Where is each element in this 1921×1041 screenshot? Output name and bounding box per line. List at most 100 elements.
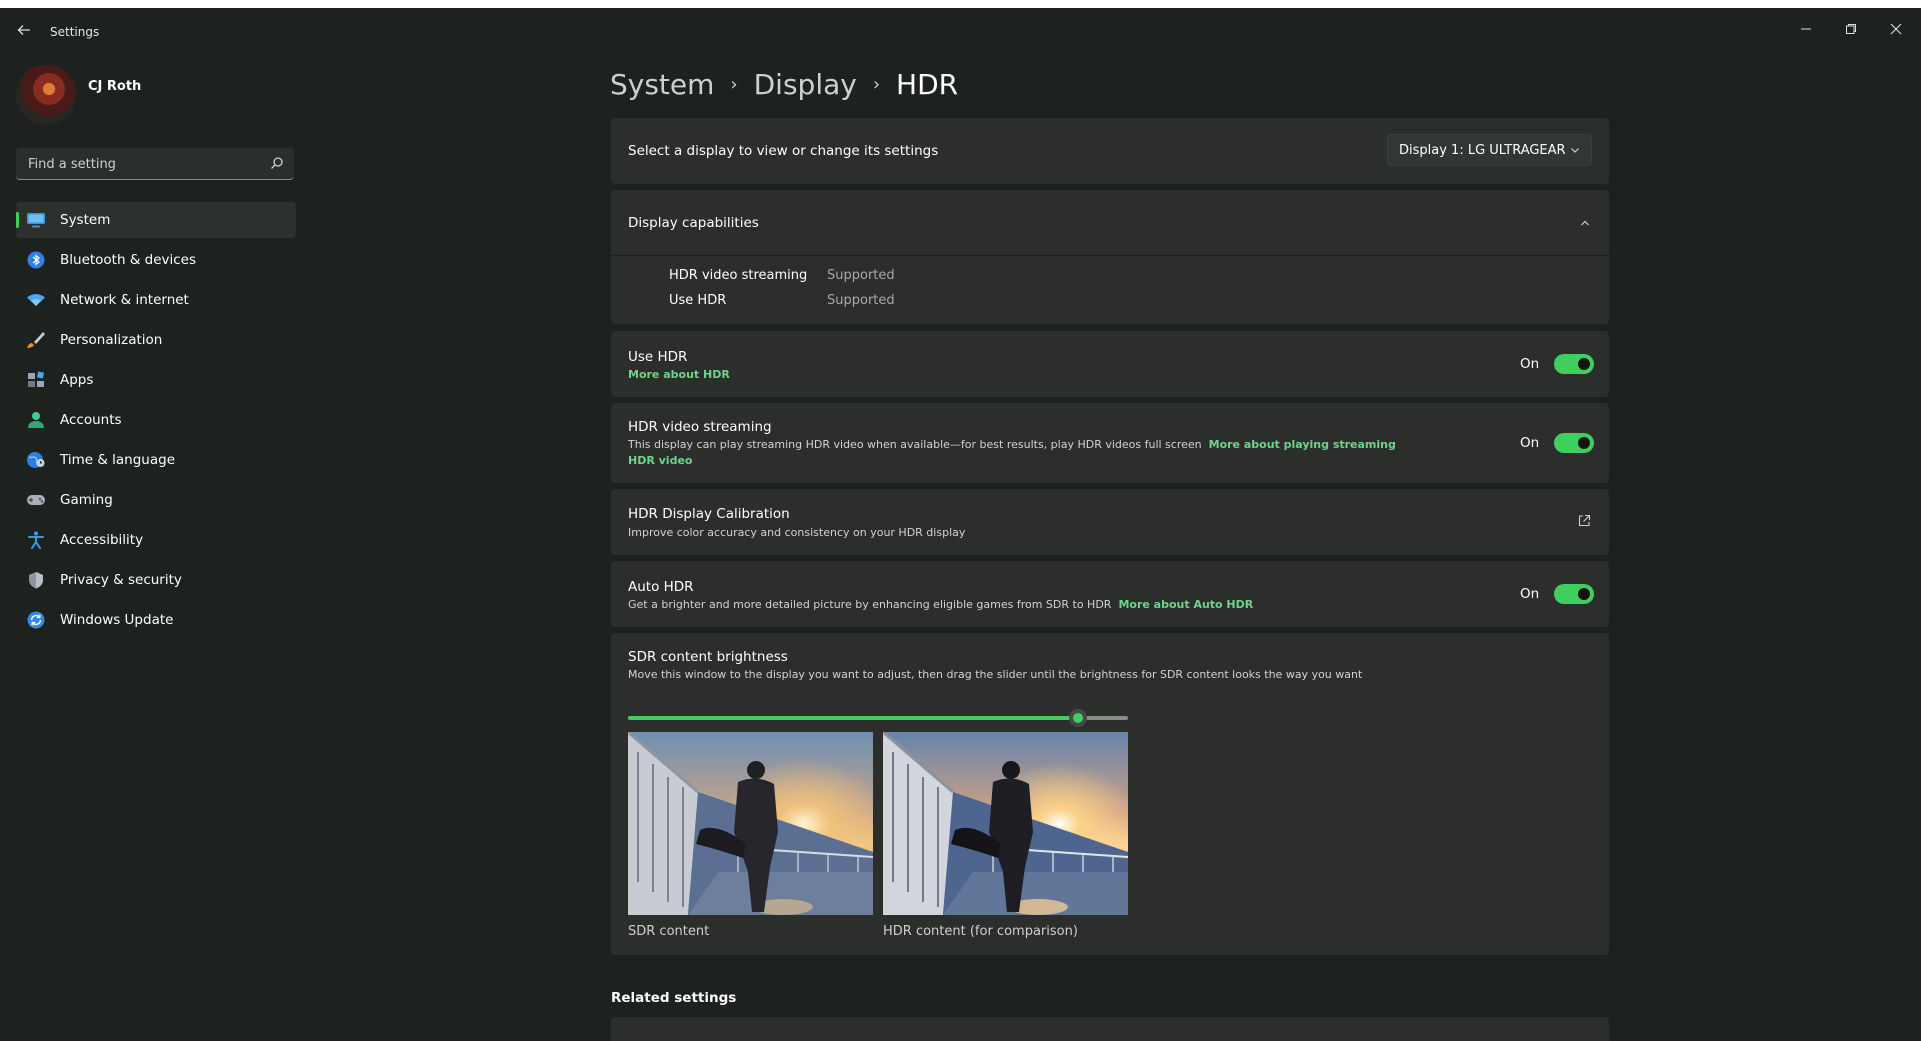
sidebar-item-label: Bluetooth & devices: [60, 252, 197, 268]
auto-hdr-state: On: [1520, 586, 1540, 602]
use-hdr-state: On: [1520, 356, 1540, 372]
calibration-card[interactable]: HDR Display Calibration Improve color ac…: [611, 489, 1609, 555]
sidebar-item-label: Network & internet: [60, 292, 189, 308]
capabilities-card: Display capabilities HDR video streaming…: [611, 190, 1609, 324]
sidebar-item-accessibility[interactable]: Accessibility: [16, 522, 296, 558]
sidebar-item-label: Accessibility: [60, 532, 144, 548]
use-hdr-title: Use HDR: [628, 349, 688, 365]
sidebar-item-accounts[interactable]: Accounts: [16, 402, 296, 438]
restore-button[interactable]: [1829, 14, 1873, 48]
minimize-icon: [1801, 28, 1811, 30]
related-settings-heading: Related settings: [611, 990, 737, 1006]
hdr-streaming-title: HDR video streaming: [628, 419, 772, 435]
breadcrumb-system[interactable]: System: [610, 68, 714, 101]
auto-hdr-card: Auto HDR Get a brighter and more detaile…: [611, 561, 1609, 627]
hdr-streaming-description: This display can play streaming HDR vide…: [628, 437, 1408, 469]
capability-label: Use HDR: [669, 293, 727, 308]
sidebar-item-label: Apps: [60, 372, 94, 388]
hdr-streaming-card: HDR video streaming This display can pla…: [611, 403, 1609, 483]
slider-fill: [628, 716, 1078, 720]
gamepad-icon: [27, 495, 45, 505]
hdr-streaming-state: On: [1520, 435, 1540, 451]
sidebar-item-apps[interactable]: Apps: [16, 362, 296, 398]
update-icon: [27, 611, 45, 629]
user-profile[interactable]: CJ Roth: [16, 65, 296, 125]
display-dropdown[interactable]: Display 1: LG ULTRAGEAR: [1387, 134, 1592, 166]
search-icon[interactable]: [270, 156, 284, 170]
title-bar: Settings: [0, 8, 1921, 56]
sdr-preview-caption: SDR content: [628, 924, 710, 939]
sdr-preview-image: [628, 732, 873, 915]
hdr-preview-image: [883, 732, 1128, 915]
sidebar-item-windows-update[interactable]: Windows Update: [16, 602, 296, 638]
sidebar-item-bluetooth[interactable]: Bluetooth & devices: [16, 242, 296, 278]
sidebar-item-label: System: [60, 212, 111, 228]
breadcrumb: System › Display › HDR: [610, 64, 958, 104]
auto-hdr-toggle[interactable]: [1554, 584, 1594, 604]
profile-name: CJ Roth: [88, 79, 142, 94]
sidebar-item-network[interactable]: Network & internet: [16, 282, 296, 318]
close-icon: [1890, 23, 1902, 35]
sidebar-item-label: Gaming: [60, 492, 113, 508]
sdr-brightness-title: SDR content brightness: [628, 649, 788, 665]
sidebar-item-label: Personalization: [60, 332, 163, 348]
chevron-down-icon: [1571, 148, 1579, 153]
sidebar-nav: System Bluetooth & devices Network & int…: [16, 202, 296, 642]
sidebar-item-label: Privacy & security: [60, 572, 182, 588]
close-button[interactable]: [1874, 14, 1918, 48]
capability-value: Supported: [827, 293, 895, 308]
capability-value: Supported: [827, 268, 895, 283]
capabilities-header[interactable]: Display capabilities: [611, 190, 1609, 256]
sidebar-item-system[interactable]: System: [16, 202, 296, 238]
calibration-title: HDR Display Calibration: [628, 506, 790, 522]
apps-icon: [28, 371, 45, 387]
toggle-knob: [1578, 358, 1590, 370]
globe-clock-icon: [27, 452, 45, 468]
bluetooth-icon: [27, 251, 45, 269]
related-settings-card[interactable]: [611, 1017, 1609, 1041]
back-button[interactable]: [14, 22, 34, 42]
toggle-knob: [1578, 588, 1590, 600]
search-input[interactable]: [26, 148, 260, 181]
sidebar-item-time-language[interactable]: Time & language: [16, 442, 296, 478]
sidebar-item-label: Time & language: [60, 452, 176, 468]
restore-icon: [1846, 24, 1856, 34]
wifi-icon: [27, 294, 45, 306]
breadcrumb-chevron-icon: ›: [730, 73, 738, 95]
more-about-auto-hdr-link[interactable]: More about Auto HDR: [1118, 598, 1253, 611]
display-select-card: Select a display to view or change its s…: [611, 118, 1609, 184]
toggle-knob: [1578, 437, 1590, 449]
sidebar-item-gaming[interactable]: Gaming: [16, 482, 296, 518]
auto-hdr-title: Auto HDR: [628, 579, 694, 595]
minimize-button[interactable]: [1784, 14, 1828, 48]
person-icon: [28, 412, 44, 428]
sdr-brightness-slider[interactable]: [628, 709, 1128, 727]
use-hdr-card: Use HDR More about HDR On: [611, 331, 1609, 397]
use-hdr-toggle[interactable]: [1554, 354, 1594, 374]
calibration-description: Improve color accuracy and consistency o…: [628, 526, 966, 539]
sdr-brightness-card: SDR content brightness Move this window …: [611, 633, 1609, 955]
sidebar-item-label: Windows Update: [60, 612, 174, 628]
auto-hdr-description: Get a brighter and more detailed picture…: [628, 597, 1253, 613]
capabilities-title: Display capabilities: [628, 215, 759, 231]
top-strip: [0, 0, 1921, 8]
display-select-label: Select a display to view or change its s…: [628, 143, 939, 159]
monitor-icon: [27, 213, 45, 228]
shield-icon: [29, 572, 43, 589]
back-arrow-icon: [17, 25, 30, 35]
external-link-icon: [1578, 514, 1591, 527]
hdr-streaming-toggle[interactable]: [1554, 433, 1594, 453]
auto-hdr-desc-text: Get a brighter and more detailed picture…: [628, 598, 1112, 611]
breadcrumb-display[interactable]: Display: [754, 68, 857, 101]
chevron-up-icon[interactable]: [1579, 217, 1591, 229]
more-about-hdr-link[interactable]: More about HDR: [628, 368, 730, 381]
page-title: HDR: [896, 67, 959, 101]
display-dropdown-value: Display 1: LG ULTRAGEAR: [1399, 143, 1566, 158]
slider-thumb[interactable]: [1069, 709, 1087, 727]
sidebar-item-personalization[interactable]: Personalization: [16, 322, 296, 358]
sidebar-item-privacy[interactable]: Privacy & security: [16, 562, 296, 598]
sdr-brightness-description: Move this window to the display you want…: [628, 668, 1363, 681]
search-box: [16, 148, 294, 181]
hdr-preview-caption: HDR content (for comparison): [883, 924, 1078, 939]
sidebar-item-label: Accounts: [60, 412, 122, 428]
